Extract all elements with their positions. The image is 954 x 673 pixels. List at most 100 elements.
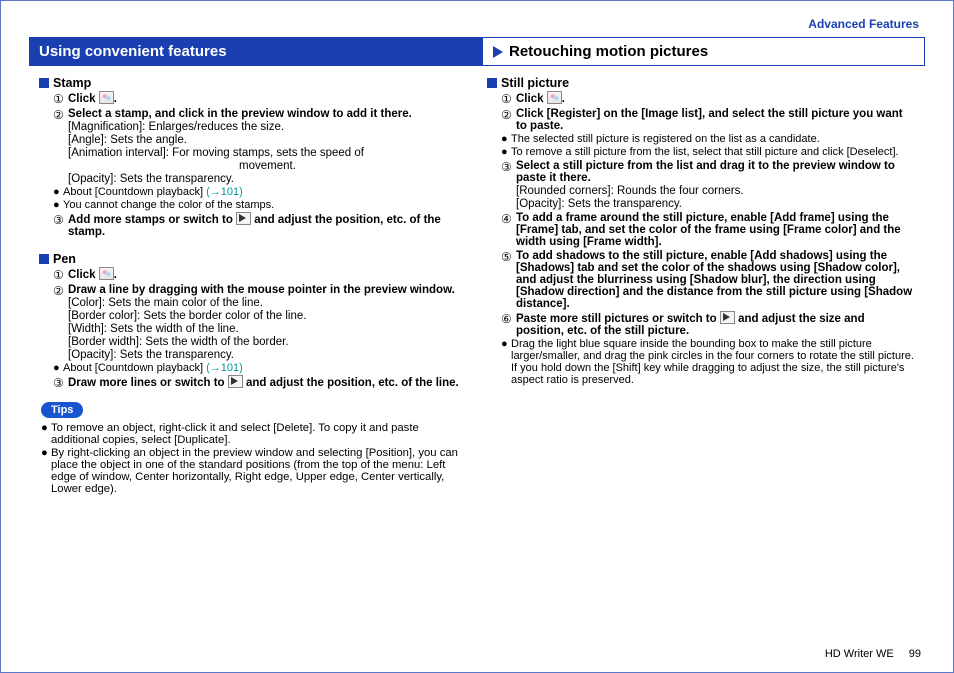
step-1: ① Click .	[501, 92, 915, 106]
title-bar: Using convenient features Retouching mot…	[29, 37, 925, 66]
tips-badge: Tips	[41, 402, 83, 418]
step-number-icon: ①	[53, 92, 68, 106]
bullet-dot-icon: ●	[53, 186, 63, 198]
play-arrow-icon	[493, 46, 503, 58]
bullet-dot-icon: ●	[41, 447, 51, 495]
note-bullet: ● About [Countdown playback] (→101)	[53, 186, 467, 198]
section-title-right: Retouching motion pictures	[483, 37, 925, 66]
note-text: About [Countdown playback]	[63, 186, 206, 198]
step-text: Click [Register] on the [Image list], an…	[516, 108, 915, 132]
step-5: ⑤ To add shadows to the still picture, e…	[501, 250, 915, 310]
note-text: The selected still picture is registered…	[511, 133, 915, 145]
step-number-icon: ①	[501, 92, 516, 106]
page-ref-link[interactable]: (→101)	[206, 186, 243, 198]
step-number-icon: ②	[53, 284, 68, 361]
square-bullet-icon	[487, 78, 497, 88]
note-bullet: ● To remove a still picture from the lis…	[501, 146, 915, 158]
step-text: Click	[516, 93, 547, 105]
step-text: Click	[68, 93, 99, 105]
step-text: Draw more lines or switch to	[68, 377, 228, 389]
step-text: To add shadows to the still picture, ena…	[516, 250, 915, 310]
step-1: ① Click .	[53, 92, 467, 106]
note-text: To remove a still picture from the list,…	[511, 146, 915, 158]
note-text: If you hold down the [Shift] key while d…	[511, 362, 915, 386]
section-title-right-text: Retouching motion pictures	[509, 43, 708, 60]
bullet-dot-icon: ●	[53, 362, 63, 374]
step-number-icon: ⑤	[501, 250, 516, 310]
note-bullet: ● You cannot change the color of the sta…	[53, 199, 467, 211]
step-3: ③ Select a still picture from the list a…	[501, 160, 915, 210]
note-text: Drag the light blue square inside the bo…	[511, 338, 915, 362]
product-name: HD Writer WE	[825, 648, 894, 660]
step-number-icon: ③	[53, 376, 68, 390]
step-text: and adjust the position, etc. of the lin…	[243, 377, 459, 389]
step-2: ② Click [Register] on the [Image list], …	[501, 108, 915, 132]
step-text: Select a still picture from the list and…	[516, 160, 915, 184]
option-line: [Animation interval]: For moving stamps,…	[68, 147, 467, 159]
option-line: [Rounded corners]: Rounds the four corne…	[516, 185, 915, 197]
step-text: .	[114, 269, 117, 281]
step-4: ④ To add a frame around the still pictur…	[501, 212, 915, 248]
note-text: You cannot change the color of the stamp…	[63, 199, 467, 211]
tips-bullet: ● To remove an object, right-click it an…	[41, 422, 467, 446]
step-text: Add more stamps or switch to	[68, 214, 236, 226]
section-title-left: Using convenient features	[29, 37, 477, 66]
bullet-dot-icon: ●	[501, 338, 511, 386]
page-number: 99	[909, 648, 921, 660]
group-heading-pen: Pen	[39, 252, 467, 266]
step-text: .	[114, 93, 117, 105]
option-line: [Opacity]: Sets the transparency.	[516, 198, 915, 210]
group-title: Still picture	[501, 76, 569, 90]
step-3: ③ Draw more lines or switch to and adjus…	[53, 376, 467, 390]
left-column: Stamp ① Click . ② Select a stamp, and cl…	[29, 74, 477, 495]
step-number-icon: ①	[53, 268, 68, 282]
option-line: [Border width]: Sets the width of the bo…	[68, 336, 467, 348]
step-2: ② Draw a line by dragging with the mouse…	[53, 284, 467, 361]
step-number-icon: ③	[53, 213, 68, 238]
pen-tool-icon	[99, 267, 114, 280]
bullet-dot-icon: ●	[41, 422, 51, 446]
note-bullet: ● The selected still picture is register…	[501, 133, 915, 145]
bullet-dot-icon: ●	[501, 146, 511, 158]
note-bullet: ● About [Countdown playback] (→101)	[53, 362, 467, 374]
option-line: [Opacity]: Sets the transparency.	[68, 349, 467, 361]
group-heading-still: Still picture	[487, 76, 915, 90]
breadcrumb[interactable]: Advanced Features	[29, 15, 925, 37]
step-text: Select a stamp, and click in the preview…	[68, 108, 467, 120]
square-bullet-icon	[39, 78, 49, 88]
option-line: [Width]: Sets the width of the line.	[68, 323, 467, 335]
step-number-icon: ②	[53, 108, 68, 185]
step-2: ② Select a stamp, and click in the previ…	[53, 108, 467, 185]
bullet-dot-icon: ●	[501, 133, 511, 145]
note-bullet: ● Drag the light blue square inside the …	[501, 338, 915, 386]
step-number-icon: ②	[501, 108, 516, 132]
note-text: About [Countdown playback]	[63, 362, 206, 374]
step-text: .	[562, 93, 565, 105]
footer: HD Writer WE 99	[825, 648, 921, 660]
select-tool-icon	[236, 212, 251, 225]
group-heading-stamp: Stamp	[39, 76, 467, 90]
tips-bullet: ● By right-clicking an object in the pre…	[41, 447, 467, 495]
option-line: [Magnification]: Enlarges/reduces the si…	[68, 121, 467, 133]
group-title: Stamp	[53, 76, 91, 90]
step-3: ③ Add more stamps or switch to and adjus…	[53, 213, 467, 238]
option-line: [Border color]: Sets the border color of…	[68, 310, 467, 322]
step-6: ⑥ Paste more still pictures or switch to…	[501, 312, 915, 337]
option-line: [Color]: Sets the main color of the line…	[68, 297, 467, 309]
option-line: [Angle]: Sets the angle.	[68, 134, 467, 146]
step-text: Click	[68, 269, 99, 281]
still-picture-tool-icon	[547, 91, 562, 104]
stamp-tool-icon	[99, 91, 114, 104]
select-tool-icon	[720, 311, 735, 324]
bullet-dot-icon: ●	[53, 199, 63, 211]
step-text: Draw a line by dragging with the mouse p…	[68, 284, 467, 296]
select-tool-icon	[228, 375, 243, 388]
step-text: Paste more still pictures or switch to	[516, 313, 720, 325]
tips-text: By right-clicking an object in the previ…	[51, 447, 467, 495]
page: { "breadcrumb": "Advanced Features", "ti…	[0, 0, 954, 673]
page-ref-link[interactable]: (→101)	[206, 362, 243, 374]
step-number-icon: ⑥	[501, 312, 516, 337]
right-column: Still picture ① Click . ② Click [Registe…	[477, 74, 925, 495]
tips-text: To remove an object, right-click it and …	[51, 422, 467, 446]
group-title: Pen	[53, 252, 76, 266]
